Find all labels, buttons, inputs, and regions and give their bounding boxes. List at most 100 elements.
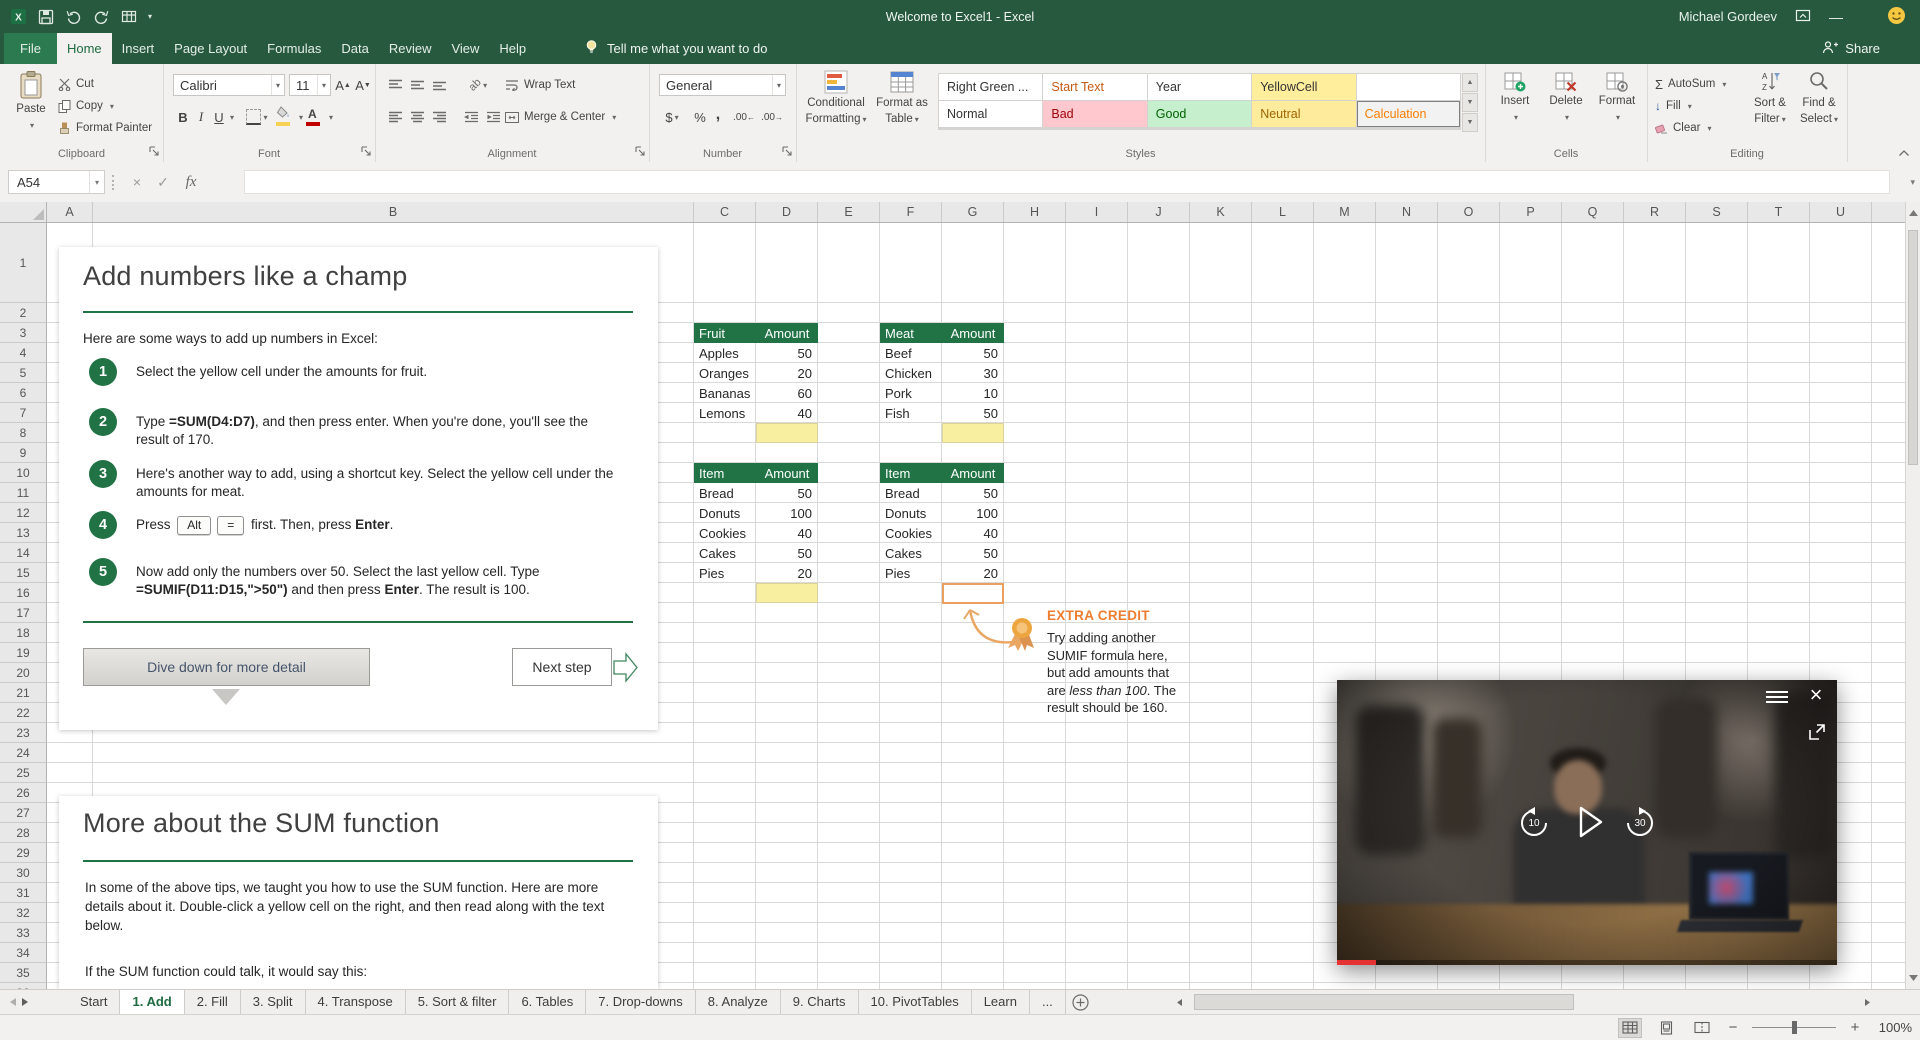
- paste-button[interactable]: Paste ▾: [8, 70, 54, 132]
- decrease-font-size-button[interactable]: A ▼: [353, 74, 373, 96]
- column-header-O[interactable]: O: [1438, 202, 1500, 222]
- align-right-button[interactable]: [429, 106, 449, 128]
- sheet-tabs-overflow[interactable]: ...: [1030, 990, 1066, 1014]
- orientation-button[interactable]: ab ▾: [461, 74, 495, 96]
- tell-me-box[interactable]: Tell me what you want to do: [584, 33, 767, 64]
- insert-function-button[interactable]: fx: [180, 170, 202, 194]
- sheet-tab-1-add[interactable]: 1. Add: [120, 990, 185, 1014]
- bold-button[interactable]: B: [175, 106, 191, 128]
- table-cell[interactable]: Pies: [880, 563, 942, 583]
- minimize-icon[interactable]: —: [1829, 9, 1843, 25]
- column-header-G[interactable]: G: [942, 202, 1004, 222]
- styles-scroll-down-icon[interactable]: ▼: [1462, 93, 1478, 112]
- row-header-23[interactable]: 23: [0, 723, 47, 743]
- zoom-in-button[interactable]: +: [1848, 1019, 1862, 1036]
- table-cell[interactable]: 40: [756, 403, 818, 423]
- table-cell[interactable]: 100: [756, 503, 818, 523]
- hscroll-left-icon[interactable]: [1170, 991, 1188, 1013]
- video-player[interactable]: × 10 30: [1337, 680, 1837, 965]
- row-header-5[interactable]: 5: [0, 363, 47, 383]
- underline-button[interactable]: U: [211, 106, 227, 128]
- column-header-K[interactable]: K: [1190, 202, 1252, 222]
- column-header-Q[interactable]: Q: [1562, 202, 1624, 222]
- table-cell[interactable]: 50: [756, 543, 818, 563]
- delete-cells-button[interactable]: Delete ▾: [1542, 70, 1590, 124]
- row-header-26[interactable]: 26: [0, 783, 47, 803]
- table-cell[interactable]: 30: [942, 363, 1004, 383]
- ribbon-tab-review[interactable]: Review: [379, 33, 442, 64]
- next-step-button[interactable]: Next step: [512, 648, 612, 686]
- table-cell[interactable]: Pork: [880, 383, 942, 403]
- cancel-button[interactable]: ×: [126, 170, 148, 194]
- table-cell[interactable]: 20: [942, 563, 1004, 583]
- share-button[interactable]: Share: [1822, 33, 1880, 64]
- select-all-corner[interactable]: [0, 202, 47, 223]
- fill-color-button[interactable]: ▾: [275, 106, 303, 128]
- page-break-view-icon[interactable]: [1690, 1018, 1714, 1038]
- table-header-cell[interactable]: Amount: [756, 463, 818, 483]
- row-header-29[interactable]: 29: [0, 843, 47, 863]
- cell-style-normal[interactable]: Normal: [939, 101, 1043, 127]
- feedback-smiley-icon[interactable]: [1887, 6, 1906, 28]
- clear-dropdown-icon[interactable]: ▾: [1707, 124, 1711, 133]
- format-dropdown-icon[interactable]: ▾: [1616, 111, 1620, 124]
- ribbon-tab-file[interactable]: File: [4, 33, 57, 64]
- column-header-F[interactable]: F: [880, 202, 942, 222]
- zoom-out-button[interactable]: −: [1726, 1019, 1740, 1036]
- sheet-tab-5-sort-filter[interactable]: 5. Sort & filter: [406, 990, 510, 1014]
- sheet-tab-learn[interactable]: Learn: [972, 990, 1030, 1014]
- name-box[interactable]: A54 ▾: [8, 170, 105, 194]
- clipboard-dialog-launcher[interactable]: [149, 146, 160, 157]
- row-header-25[interactable]: 25: [0, 763, 47, 783]
- styles-scroll-up-icon[interactable]: ▲: [1462, 73, 1478, 92]
- increase-decimal-button[interactable]: .00 ←: [731, 106, 757, 128]
- align-center-button[interactable]: [407, 106, 427, 128]
- autosum-button[interactable]: Σ AutoSum ▾: [1655, 74, 1726, 94]
- align-left-button[interactable]: [385, 106, 405, 128]
- column-header-H[interactable]: H: [1004, 202, 1066, 222]
- column-header-B[interactable]: B: [93, 202, 694, 222]
- row-header-21[interactable]: 21: [0, 683, 47, 703]
- table-cell[interactable]: Beef: [880, 343, 942, 363]
- accounting-dropdown-icon[interactable]: ▾: [675, 113, 679, 122]
- accounting-format-button[interactable]: $ ▾: [659, 106, 685, 128]
- find-select-button[interactable]: Find & Select ▾: [1795, 70, 1843, 126]
- underline-dropdown-icon[interactable]: ▾: [230, 113, 234, 122]
- zoom-slider-thumb[interactable]: [1792, 1021, 1797, 1034]
- sheet-tab-10-pivottables[interactable]: 10. PivotTables: [859, 990, 972, 1014]
- table-cell[interactable]: Chicken: [880, 363, 942, 383]
- table-cell[interactable]: Cookies: [880, 523, 942, 543]
- sheet-nav-right-icon[interactable]: [12, 990, 38, 1014]
- sheet-tab-8-analyze[interactable]: 8. Analyze: [696, 990, 781, 1014]
- fill-button[interactable]: ↓ Fill ▾: [1655, 96, 1692, 116]
- row-header-17[interactable]: 17: [0, 603, 47, 623]
- top-align-button[interactable]: [385, 74, 405, 96]
- row-header-20[interactable]: 20: [0, 663, 47, 683]
- cell-style-year[interactable]: Year: [1147, 74, 1252, 100]
- increase-indent-button[interactable]: [483, 106, 503, 128]
- table-cell[interactable]: Bananas: [694, 383, 756, 403]
- paste-dropdown-icon[interactable]: ▾: [30, 119, 34, 132]
- table-header-cell[interactable]: Amount: [942, 323, 1004, 343]
- yellow-sum-cell-items[interactable]: [756, 583, 818, 603]
- hscroll-thumb[interactable]: [1194, 994, 1574, 1010]
- table-tool-icon[interactable]: [121, 9, 137, 24]
- font-family-select[interactable]: Calibri ▾: [173, 74, 285, 96]
- expand-formula-bar-icon[interactable]: ▾: [1910, 177, 1915, 188]
- row-header-18[interactable]: 18: [0, 623, 47, 643]
- enter-button[interactable]: ✓: [152, 170, 174, 194]
- row-header-11[interactable]: 11: [0, 483, 47, 503]
- table-cell[interactable]: 40: [942, 523, 1004, 543]
- format-as-table-button[interactable]: Format as Table ▾: [872, 70, 932, 126]
- normal-view-icon[interactable]: [1618, 1017, 1642, 1038]
- ribbon-tab-home[interactable]: Home: [56, 33, 112, 64]
- format-painter-button[interactable]: Format Painter: [58, 118, 152, 138]
- column-header-M[interactable]: M: [1314, 202, 1376, 222]
- ribbon-tab-help[interactable]: Help: [489, 33, 536, 64]
- user-name[interactable]: Michael Gordeev: [1679, 9, 1777, 24]
- merge-center-dropdown-icon[interactable]: ▾: [612, 113, 616, 122]
- yellow-sum-cell-meat[interactable]: [942, 423, 1004, 443]
- conditional-formatting-button[interactable]: Conditional Formatting ▾: [804, 70, 868, 126]
- increase-font-size-button[interactable]: A ▲: [333, 74, 353, 96]
- row-header-33[interactable]: 33: [0, 923, 47, 943]
